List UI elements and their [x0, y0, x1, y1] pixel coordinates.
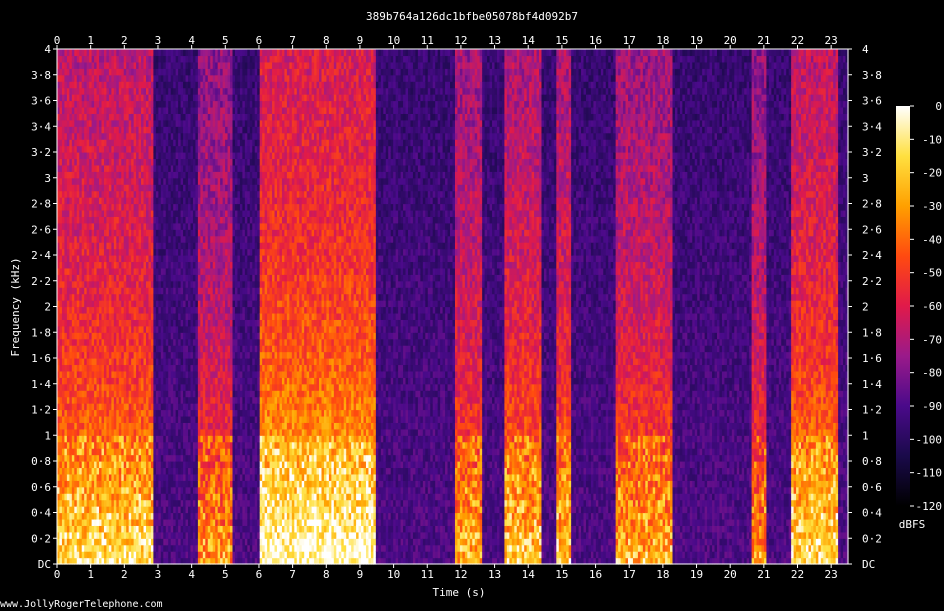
spectrogram-plot: [57, 49, 849, 565]
spectrogram-chart: 389b764a126dc1bfbe05078bf4d092b7 0011223…: [0, 10, 942, 610]
chart-title: 389b764a126dc1bfbe05078bf4d092b7: [366, 10, 578, 23]
